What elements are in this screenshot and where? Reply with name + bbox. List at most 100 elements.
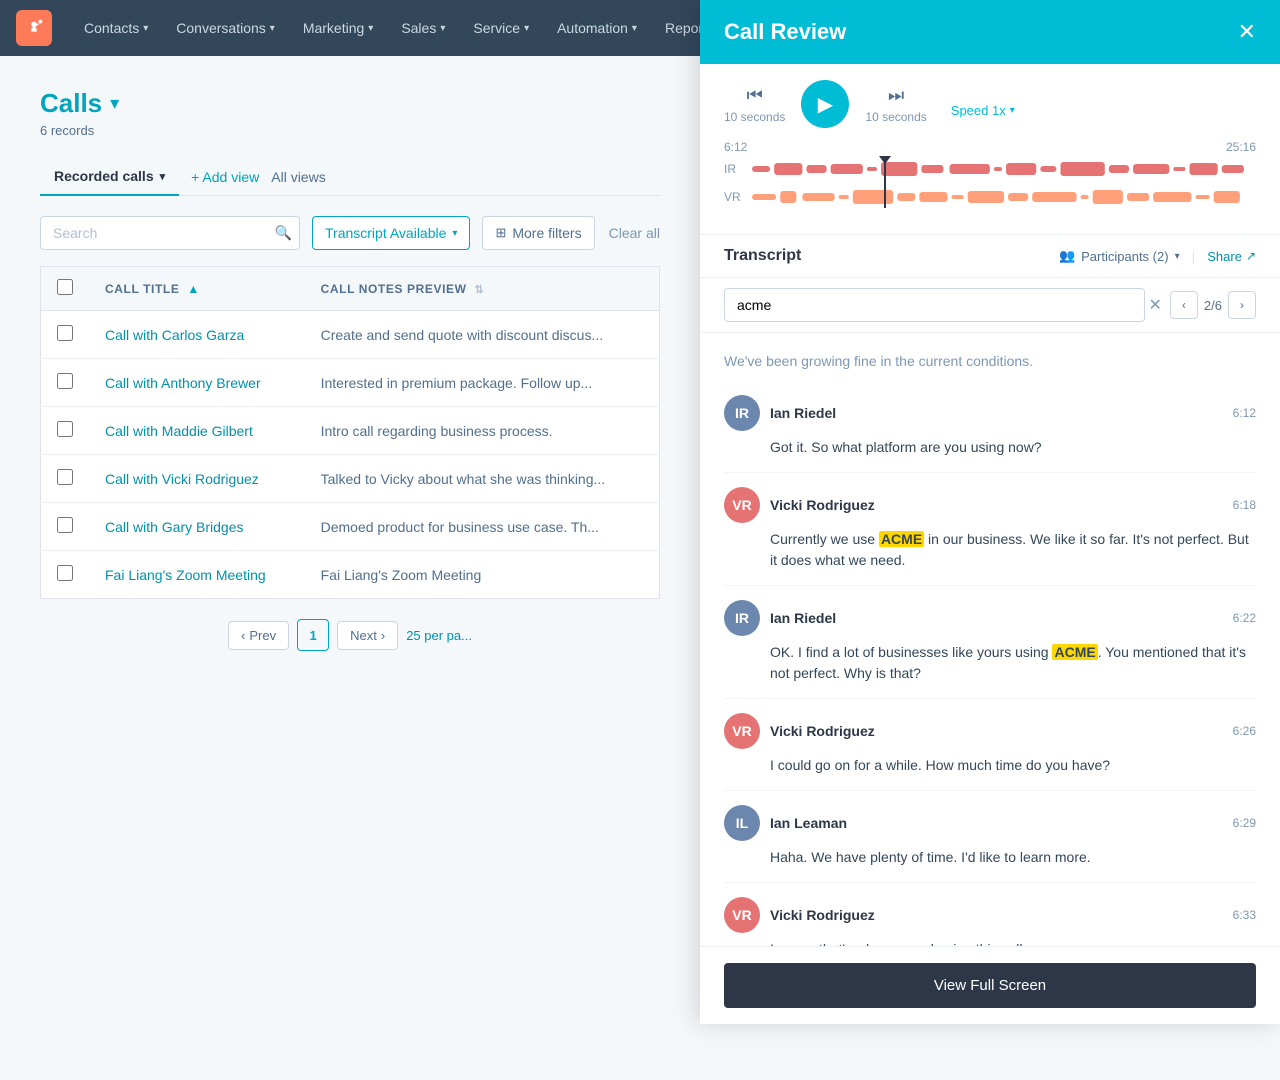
add-view-button[interactable]: + Add view	[191, 169, 259, 185]
vr-waveform[interactable]	[752, 186, 1256, 208]
forward-control: ⏭ 10 seconds	[865, 85, 926, 124]
nav-sales[interactable]: Sales ▾	[389, 12, 457, 44]
more-filters-button[interactable]: ⊞ More filters	[482, 216, 594, 250]
highlight-acme-2: ACME	[1052, 644, 1097, 660]
sender-3: Ian Riedel	[770, 610, 836, 626]
row-checkbox[interactable]	[57, 325, 73, 341]
call-title-cell: Call with Gary Bridges	[89, 503, 305, 551]
notes-sort-icon: ⇅	[474, 284, 484, 296]
sort-asc-icon: ▲	[187, 282, 199, 296]
page-title-row: Calls ▾	[40, 88, 660, 119]
call-title-link[interactable]: Call with Vicki Rodriguez	[105, 471, 259, 487]
waveform-vr-track: VR	[724, 186, 1256, 208]
call-notes-preview: Fai Liang's Zoom Meeting	[321, 567, 482, 583]
nav-service[interactable]: Service ▾	[461, 12, 541, 44]
sender-1: Ian Riedel	[770, 405, 836, 421]
select-all-checkbox[interactable]	[57, 279, 73, 295]
message-2: VR Vicki Rodriguez 6:18 Currently we use…	[724, 473, 1256, 586]
call-title-link[interactable]: Call with Anthony Brewer	[105, 375, 261, 391]
per-page-selector[interactable]: 25 per pa...	[406, 628, 472, 643]
call-notes-preview: Intro call regarding business process.	[321, 423, 553, 439]
prev-result-button[interactable]: ‹	[1170, 291, 1198, 319]
call-title-header[interactable]: CALL TITLE ▲	[89, 267, 305, 311]
time-5: 6:29	[1233, 816, 1256, 830]
table-row: Call with Maddie Gilbert Intro call rega…	[41, 407, 660, 455]
close-panel-button[interactable]: ✕	[1238, 21, 1256, 43]
chevron-down-icon: ▾	[452, 228, 457, 239]
transcript-search-input[interactable]	[724, 288, 1145, 322]
search-icon[interactable]: 🔍	[275, 225, 292, 242]
panel-header: Call Review ✕	[700, 0, 1280, 64]
call-title-link[interactable]: Call with Maddie Gilbert	[105, 423, 253, 439]
tab-dropdown-icon[interactable]: ▾	[160, 170, 166, 183]
share-button[interactable]: Share ↗	[1207, 249, 1256, 264]
time-1: 6:12	[1233, 406, 1256, 420]
call-title-link[interactable]: Call with Gary Bridges	[105, 519, 244, 535]
call-notes-preview: Demoed product for business use case. Th…	[321, 519, 599, 535]
chevron-down-icon: ▾	[632, 23, 637, 34]
avatar-ian-riedel-2: IR	[724, 600, 760, 636]
row-checkbox[interactable]	[57, 517, 73, 533]
table-row: Call with Carlos Garza Create and send q…	[41, 311, 660, 359]
sender-2: Vicki Rodriguez	[770, 497, 875, 513]
msg-text-4: I could go on for a while. How much time…	[724, 755, 1256, 776]
nav-contacts[interactable]: Contacts ▾	[72, 12, 160, 44]
transcript-messages: We've been growing fine in the current c…	[700, 333, 1280, 946]
search-input[interactable]	[40, 216, 300, 250]
select-all-header	[41, 267, 90, 311]
call-title-link[interactable]: Call with Carlos Garza	[105, 327, 244, 343]
call-notes-cell: Fai Liang's Zoom Meeting	[305, 551, 660, 599]
play-button[interactable]: ▶	[801, 80, 849, 128]
table-row: Call with Vicki Rodriguez Talked to Vick…	[41, 455, 660, 503]
table-row: Fai Liang's Zoom Meeting Fai Liang's Zoo…	[41, 551, 660, 599]
speed-control[interactable]: Speed 1x ▾	[951, 103, 1015, 118]
row-checkbox-cell	[41, 359, 90, 407]
avatar-vicki-1: VR	[724, 487, 760, 523]
view-fullscreen-button[interactable]: View Full Screen	[724, 963, 1256, 1008]
message-1: IR Ian Riedel 6:12 Got it. So what platf…	[724, 381, 1256, 473]
waveform-ir-track: IR	[724, 158, 1256, 180]
ir-waveform[interactable]	[752, 158, 1256, 180]
time-4: 6:26	[1233, 724, 1256, 738]
transcript-filter-button[interactable]: Transcript Available ▾	[312, 216, 470, 250]
rewind-button[interactable]: ⏮	[747, 85, 763, 106]
next-page-button[interactable]: Next ›	[337, 621, 398, 650]
fast-forward-button[interactable]: ⏭	[888, 85, 904, 106]
call-notes-preview: Create and send quote with discount disc…	[321, 327, 604, 343]
message-5: IL Ian Leaman 6:29 Haha. We have plenty …	[724, 791, 1256, 883]
record-count: 6 records	[40, 123, 660, 138]
row-checkbox[interactable]	[57, 373, 73, 389]
current-page[interactable]: 1	[297, 619, 329, 651]
call-title-link[interactable]: Fai Liang's Zoom Meeting	[105, 567, 266, 583]
transcript-title: Transcript	[724, 247, 801, 265]
msg-header-6: VR Vicki Rodriguez 6:33	[724, 897, 1256, 933]
row-checkbox[interactable]	[57, 421, 73, 437]
chevron-right-icon: ›	[381, 628, 385, 643]
all-views-button[interactable]: All views	[271, 169, 325, 185]
next-result-button[interactable]: ›	[1228, 291, 1256, 319]
call-title-cell: Fai Liang's Zoom Meeting	[89, 551, 305, 599]
prev-page-button[interactable]: ‹ Prev	[228, 621, 289, 650]
waveform-times: 6:12 25:16	[724, 140, 1256, 154]
row-checkbox-cell	[41, 311, 90, 359]
nav-automation[interactable]: Automation ▾	[545, 12, 649, 44]
chevron-down-icon: ▾	[368, 23, 373, 34]
call-notes-header: CALL NOTES PREVIEW ⇅	[305, 267, 660, 311]
panel-title: Call Review	[724, 19, 846, 45]
clear-all-button[interactable]: Clear all	[609, 225, 660, 241]
row-checkbox[interactable]	[57, 469, 73, 485]
call-title-cell: Call with Carlos Garza	[89, 311, 305, 359]
search-nav: ‹ 2/6 ›	[1170, 291, 1256, 319]
forward-seconds-label: 10 seconds	[865, 110, 926, 124]
hubspot-logo[interactable]	[16, 10, 52, 46]
row-checkbox[interactable]	[57, 565, 73, 581]
title-dropdown-icon[interactable]: ▾	[110, 93, 119, 114]
nav-marketing[interactable]: Marketing ▾	[291, 12, 386, 44]
clear-search-button[interactable]: ✕	[1149, 295, 1162, 315]
call-notes-cell: Demoed product for business use case. Th…	[305, 503, 660, 551]
sender-5: Ian Leaman	[770, 815, 847, 831]
nav-conversations[interactable]: Conversations ▾	[164, 12, 287, 44]
tab-recorded-calls[interactable]: Recorded calls ▾	[40, 158, 179, 196]
call-title-cell: Call with Anthony Brewer	[89, 359, 305, 407]
participants-button[interactable]: 👥 Participants (2) ▾	[1059, 248, 1180, 264]
